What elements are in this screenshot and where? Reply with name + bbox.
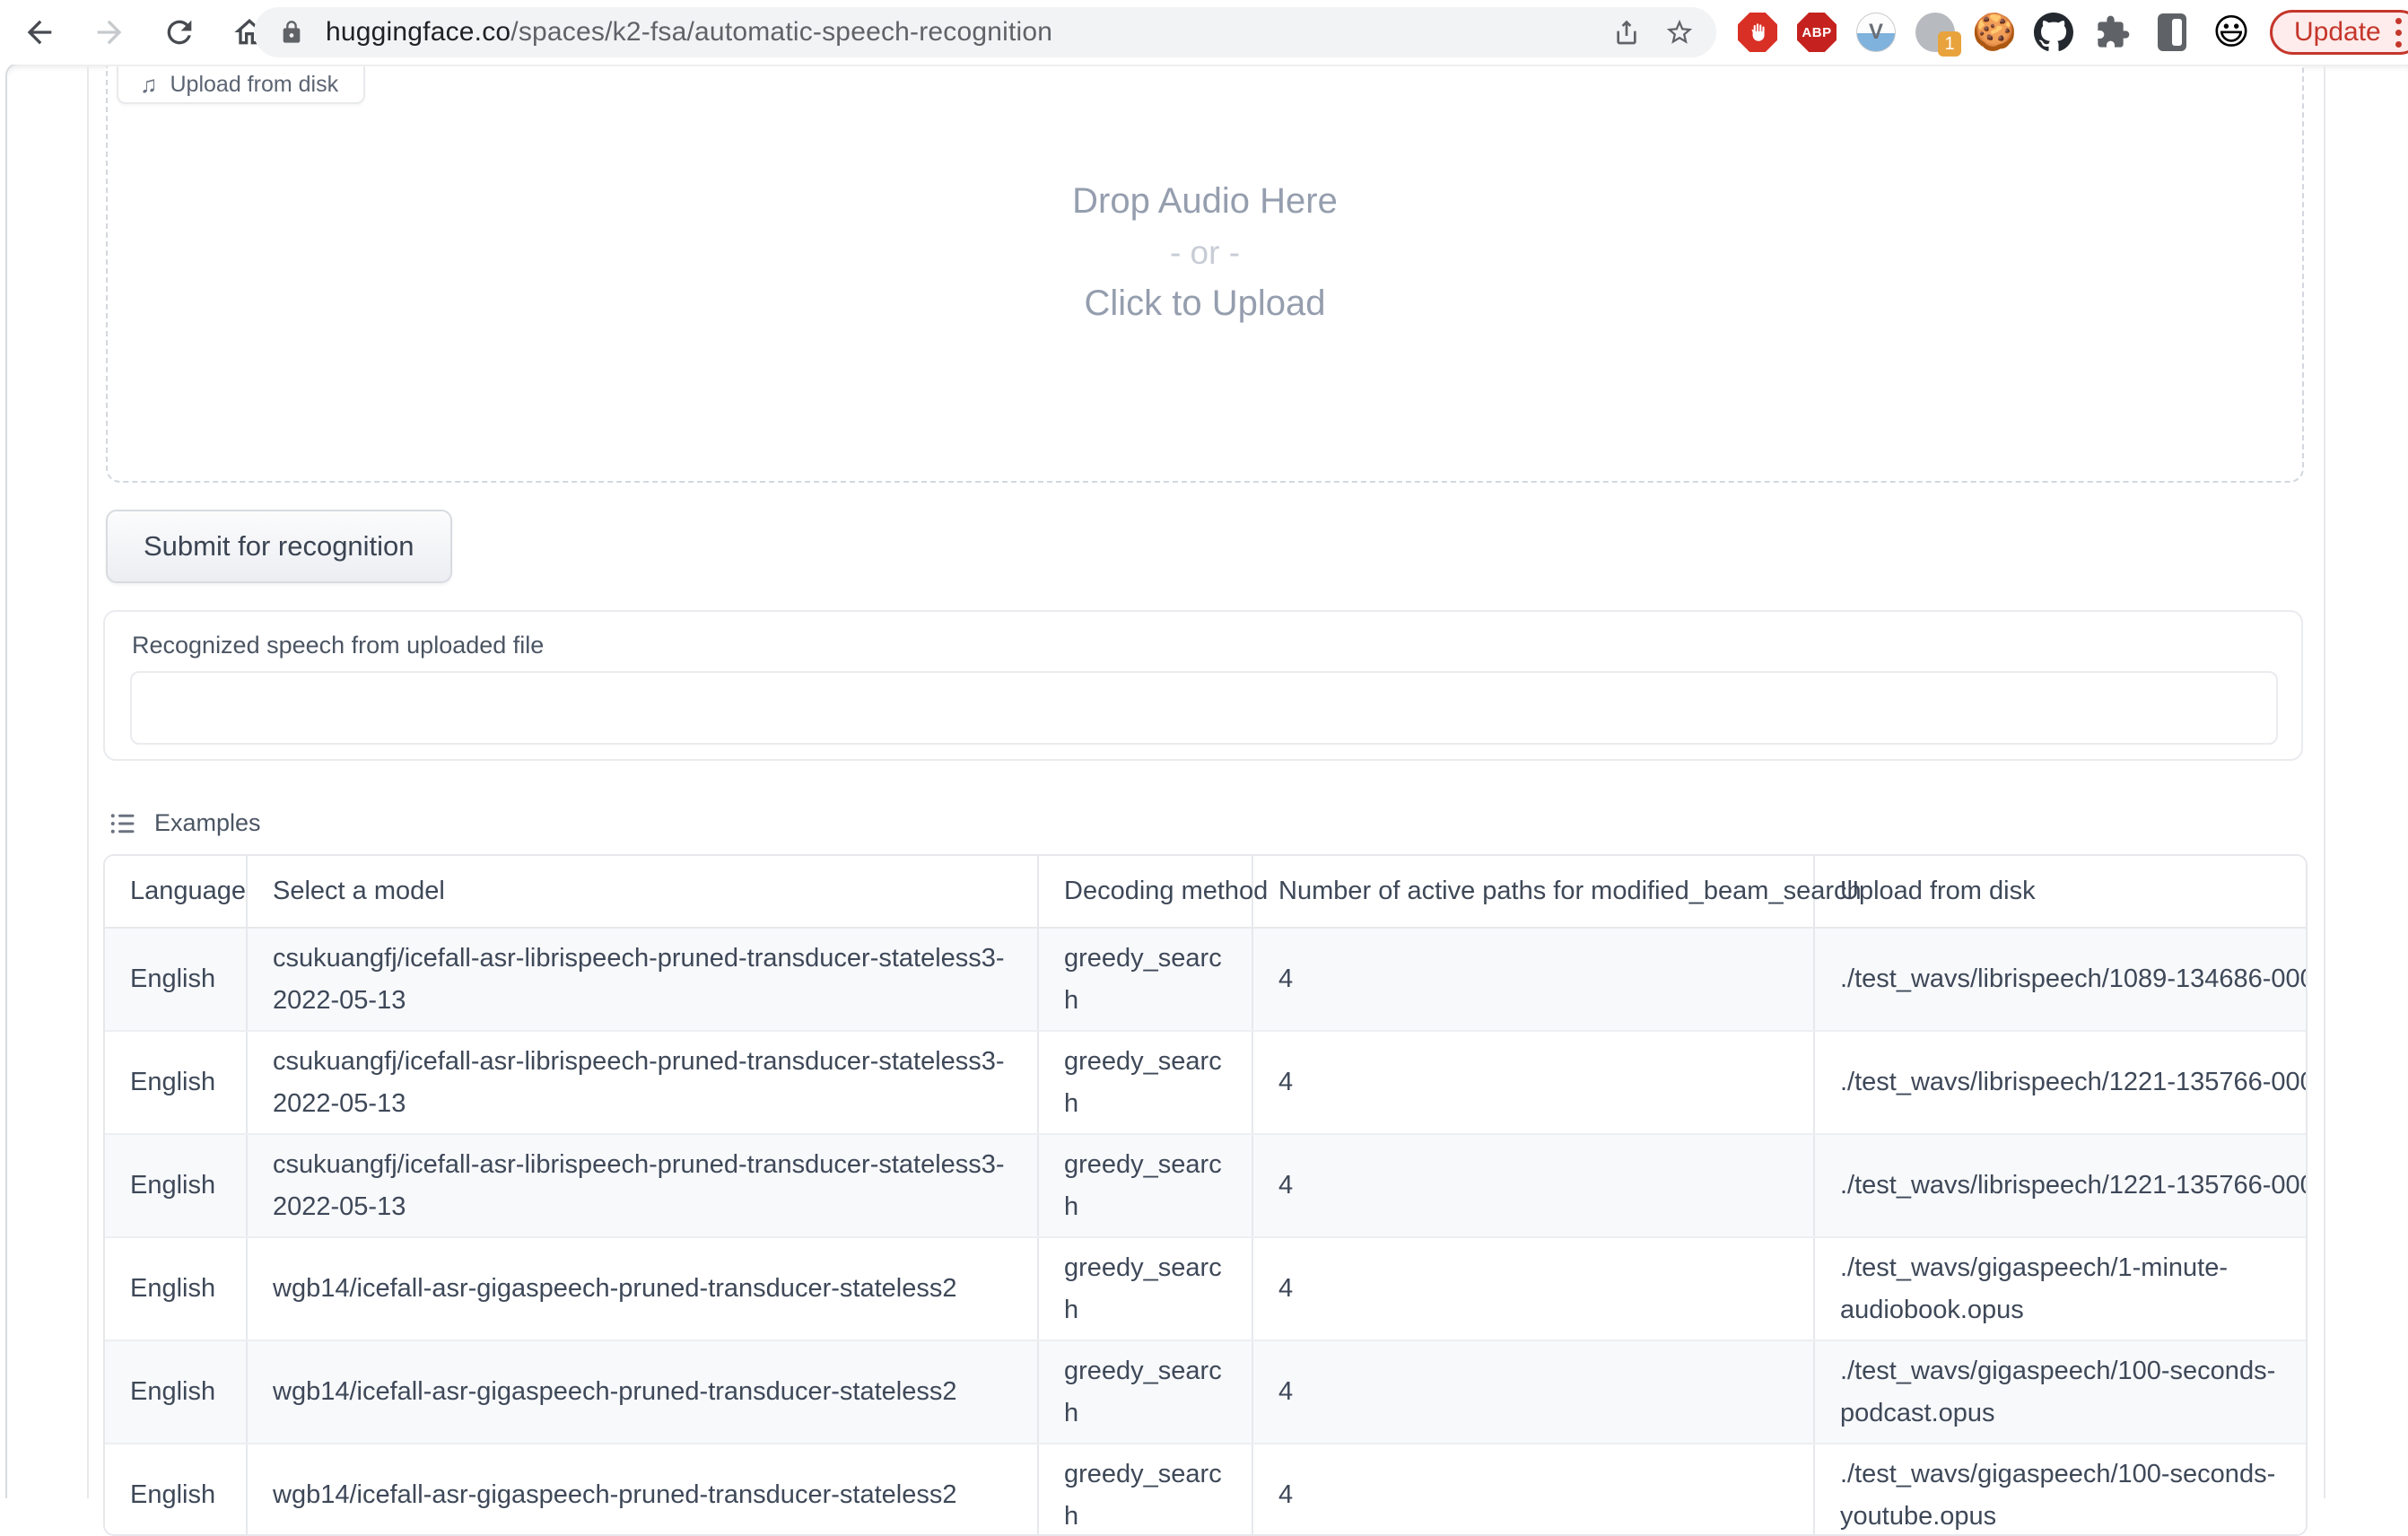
upload-tab-label: Upload from disk xyxy=(170,72,339,98)
table-cell[interactable]: greedy_search xyxy=(1038,928,1252,1031)
extension-badge: 1 xyxy=(1938,31,1961,57)
table-cell[interactable]: wgb14/icefall-asr-gigaspeech-pruned-tran… xyxy=(247,1340,1038,1444)
table-cell[interactable]: 4 xyxy=(1252,1134,1814,1237)
music-note-icon: ♫ xyxy=(140,73,158,96)
table-cell[interactable]: greedy_search xyxy=(1038,1340,1252,1444)
extensions-row: ABP V 1 🍪 😃 xyxy=(1737,0,2408,65)
examples-label: Examples xyxy=(154,809,261,837)
tab-upload-from-disk[interactable]: ♫ Upload from disk xyxy=(117,66,365,104)
table-header-row: LanguageSelect a modelDecoding methodNum… xyxy=(105,856,2308,928)
url-text[interactable]: huggingface.co/spaces/k2-fsa/automatic-s… xyxy=(326,17,1612,48)
url-path: /spaces/k2-fsa/automatic-speech-recognit… xyxy=(510,17,1052,47)
bookmark-star-icon[interactable] xyxy=(1664,17,1695,48)
chrome-update-button[interactable]: Update xyxy=(2270,10,2408,55)
table-cell[interactable]: English xyxy=(105,1031,247,1134)
forward-icon[interactable] xyxy=(90,13,129,52)
output-textbox[interactable] xyxy=(130,671,2278,745)
output-label: Recognized speech from uploaded file xyxy=(132,632,544,659)
browser-menu-kebab-icon[interactable] xyxy=(2395,18,2402,48)
examples-header: Examples xyxy=(109,809,261,837)
adblock-hand-icon[interactable] xyxy=(1737,12,1778,53)
table-body: Englishcsukuangfj/icefall-asr-librispeec… xyxy=(105,928,2308,1536)
table-cell[interactable]: English xyxy=(105,928,247,1031)
share-icon[interactable] xyxy=(1612,18,1641,47)
table-cell[interactable]: 4 xyxy=(1252,1340,1814,1444)
browser-toolbar: huggingface.co/spaces/k2-fsa/automatic-s… xyxy=(0,0,2408,65)
table-cell[interactable]: greedy_search xyxy=(1038,1444,1252,1536)
notifier-icon[interactable]: 1 xyxy=(1915,12,1956,53)
sidebar-toggle-icon[interactable] xyxy=(2151,12,2193,53)
column-header: Upload from disk xyxy=(1814,856,2308,928)
url-host: huggingface.co xyxy=(326,17,510,47)
submit-for-recognition-button[interactable]: Submit for recognition xyxy=(106,510,452,583)
update-label: Update xyxy=(2294,17,2381,48)
table-cell[interactable]: ./test_wavs/gigaspeech/100-seconds-youtu… xyxy=(1814,1444,2308,1536)
table-row[interactable]: Englishwgb14/icefall-asr-gigaspeech-prun… xyxy=(105,1444,2308,1536)
column-header: Decoding method xyxy=(1038,856,1252,928)
table-cell[interactable]: greedy_search xyxy=(1038,1237,1252,1340)
left-divider xyxy=(87,66,89,1498)
dropzone-text[interactable]: Drop Audio Here - or - Click to Upload xyxy=(106,176,2304,329)
github-icon[interactable] xyxy=(2033,12,2074,53)
cookie-icon[interactable]: 🍪 xyxy=(1974,12,2015,53)
table-cell[interactable]: greedy_search xyxy=(1038,1134,1252,1237)
table-cell[interactable]: 4 xyxy=(1252,928,1814,1031)
screenshot-stage: huggingface.co/spaces/k2-fsa/automatic-s… xyxy=(0,0,2408,1498)
right-divider xyxy=(2324,66,2325,1498)
omnibox-actions xyxy=(1612,17,1695,48)
address-bar[interactable]: huggingface.co/spaces/k2-fsa/automatic-s… xyxy=(254,7,1716,57)
table-row[interactable]: Englishwgb14/icefall-asr-gigaspeech-prun… xyxy=(105,1340,2308,1444)
table-cell[interactable]: 4 xyxy=(1252,1444,1814,1536)
examples-table: LanguageSelect a modelDecoding methodNum… xyxy=(105,856,2308,1536)
column-header: Number of active paths for modified_beam… xyxy=(1252,856,1814,928)
adblock-plus-icon[interactable]: ABP xyxy=(1796,12,1837,53)
or-text: - or - xyxy=(106,227,2304,278)
drop-audio-here-text: Drop Audio Here xyxy=(106,176,2304,227)
table-cell[interactable]: 4 xyxy=(1252,1237,1814,1340)
lock-icon[interactable] xyxy=(279,20,304,45)
table-cell[interactable]: English xyxy=(105,1444,247,1536)
table-cell[interactable]: ./test_wavs/librispeech/1221-135766-0001… xyxy=(1814,1031,2308,1134)
table-cell[interactable]: English xyxy=(105,1340,247,1444)
back-icon[interactable] xyxy=(20,13,59,52)
reload-icon[interactable] xyxy=(160,13,199,52)
column-header: Language xyxy=(105,856,247,928)
table-cell[interactable]: csukuangfj/icefall-asr-librispeech-prune… xyxy=(247,1134,1038,1237)
column-header: Select a model xyxy=(247,856,1038,928)
table-row[interactable]: Englishcsukuangfj/icefall-asr-librispeec… xyxy=(105,1134,2308,1237)
table-cell[interactable]: ./test_wavs/gigaspeech/100-seconds-podca… xyxy=(1814,1340,2308,1444)
table-cell[interactable]: 4 xyxy=(1252,1031,1814,1134)
table-cell[interactable]: English xyxy=(105,1134,247,1237)
table-cell[interactable]: ./test_wavs/librispeech/1221-135766-0002… xyxy=(1814,1134,2308,1237)
vimium-icon[interactable]: V xyxy=(1855,12,1897,53)
table-cell[interactable]: ./test_wavs/librispeech/1089-134686-0001… xyxy=(1814,928,2308,1031)
table-row[interactable]: Englishcsukuangfj/icefall-asr-librispeec… xyxy=(105,928,2308,1031)
table-cell[interactable]: ./test_wavs/gigaspeech/1-minute-audioboo… xyxy=(1814,1237,2308,1340)
table-row[interactable]: Englishwgb14/icefall-asr-gigaspeech-prun… xyxy=(105,1237,2308,1340)
examples-table-card: LanguageSelect a modelDecoding methodNum… xyxy=(103,854,2308,1536)
extensions-puzzle-icon[interactable] xyxy=(2092,12,2133,53)
table-cell[interactable]: English xyxy=(105,1237,247,1340)
table-cell[interactable]: greedy_search xyxy=(1038,1031,1252,1134)
table-cell[interactable]: wgb14/icefall-asr-gigaspeech-pruned-tran… xyxy=(247,1444,1038,1536)
table-cell[interactable]: csukuangfj/icefall-asr-librispeech-prune… xyxy=(247,1031,1038,1134)
table-cell[interactable]: csukuangfj/icefall-asr-librispeech-prune… xyxy=(247,928,1038,1031)
table-row[interactable]: Englishcsukuangfj/icefall-asr-librispeec… xyxy=(105,1031,2308,1134)
table-cell[interactable]: wgb14/icefall-asr-gigaspeech-pruned-tran… xyxy=(247,1237,1038,1340)
recognized-speech-card: Recognized speech from uploaded file xyxy=(103,610,2303,761)
browser-nav-buttons xyxy=(20,0,269,65)
click-to-upload-text: Click to Upload xyxy=(106,278,2304,329)
examples-list-icon xyxy=(109,810,136,837)
smiley-extension-icon[interactable]: 😃 xyxy=(2211,12,2252,53)
